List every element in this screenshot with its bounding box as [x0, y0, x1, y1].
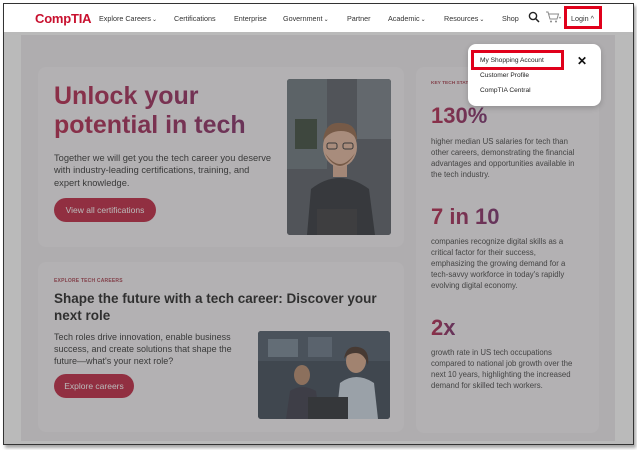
chevron-down-icon: ⌄: [151, 17, 157, 23]
chevron-down-icon: ⌄: [420, 17, 426, 23]
login-highlight-box: [564, 6, 602, 29]
nav-academic[interactable]: Academic⌄: [388, 14, 426, 23]
nav-label: Partner: [347, 14, 371, 23]
nav-government[interactable]: Government⌄: [283, 14, 329, 23]
nav-label: Government: [283, 14, 323, 23]
site-header: CompTIA Explore Careers⌄ Certifications …: [4, 4, 633, 32]
nav-certifications[interactable]: Certifications: [174, 14, 216, 23]
chevron-down-icon: ⌄: [323, 17, 329, 23]
nav-explore-careers[interactable]: Explore Careers⌄: [99, 14, 157, 23]
nav-label: Explore Careers: [99, 14, 151, 23]
comptia-logo[interactable]: CompTIA: [35, 11, 92, 26]
shopping-account-highlight-box: [471, 50, 564, 70]
dropdown-item-customer-profile[interactable]: Customer Profile: [480, 72, 529, 79]
nav-label: Certifications: [174, 14, 216, 23]
browser-frame: CompTIA Explore Careers⌄ Certifications …: [3, 3, 634, 445]
chevron-down-icon: ⌄: [479, 17, 485, 23]
nav-enterprise[interactable]: Enterprise: [234, 14, 267, 23]
cart-icon[interactable]: [545, 11, 561, 23]
nav-label: Shop: [502, 14, 519, 23]
nav-label: Enterprise: [234, 14, 267, 23]
search-icon[interactable]: [528, 11, 540, 23]
nav-partner[interactable]: Partner: [347, 14, 371, 23]
nav-label: Resources: [444, 14, 479, 23]
close-icon[interactable]: ✕: [577, 54, 587, 68]
nav-label: Academic: [388, 14, 420, 23]
nav-shop[interactable]: Shop: [502, 14, 519, 23]
dropdown-item-comptia-central[interactable]: CompTIA Central: [480, 87, 531, 94]
nav-resources[interactable]: Resources⌄: [444, 14, 484, 23]
